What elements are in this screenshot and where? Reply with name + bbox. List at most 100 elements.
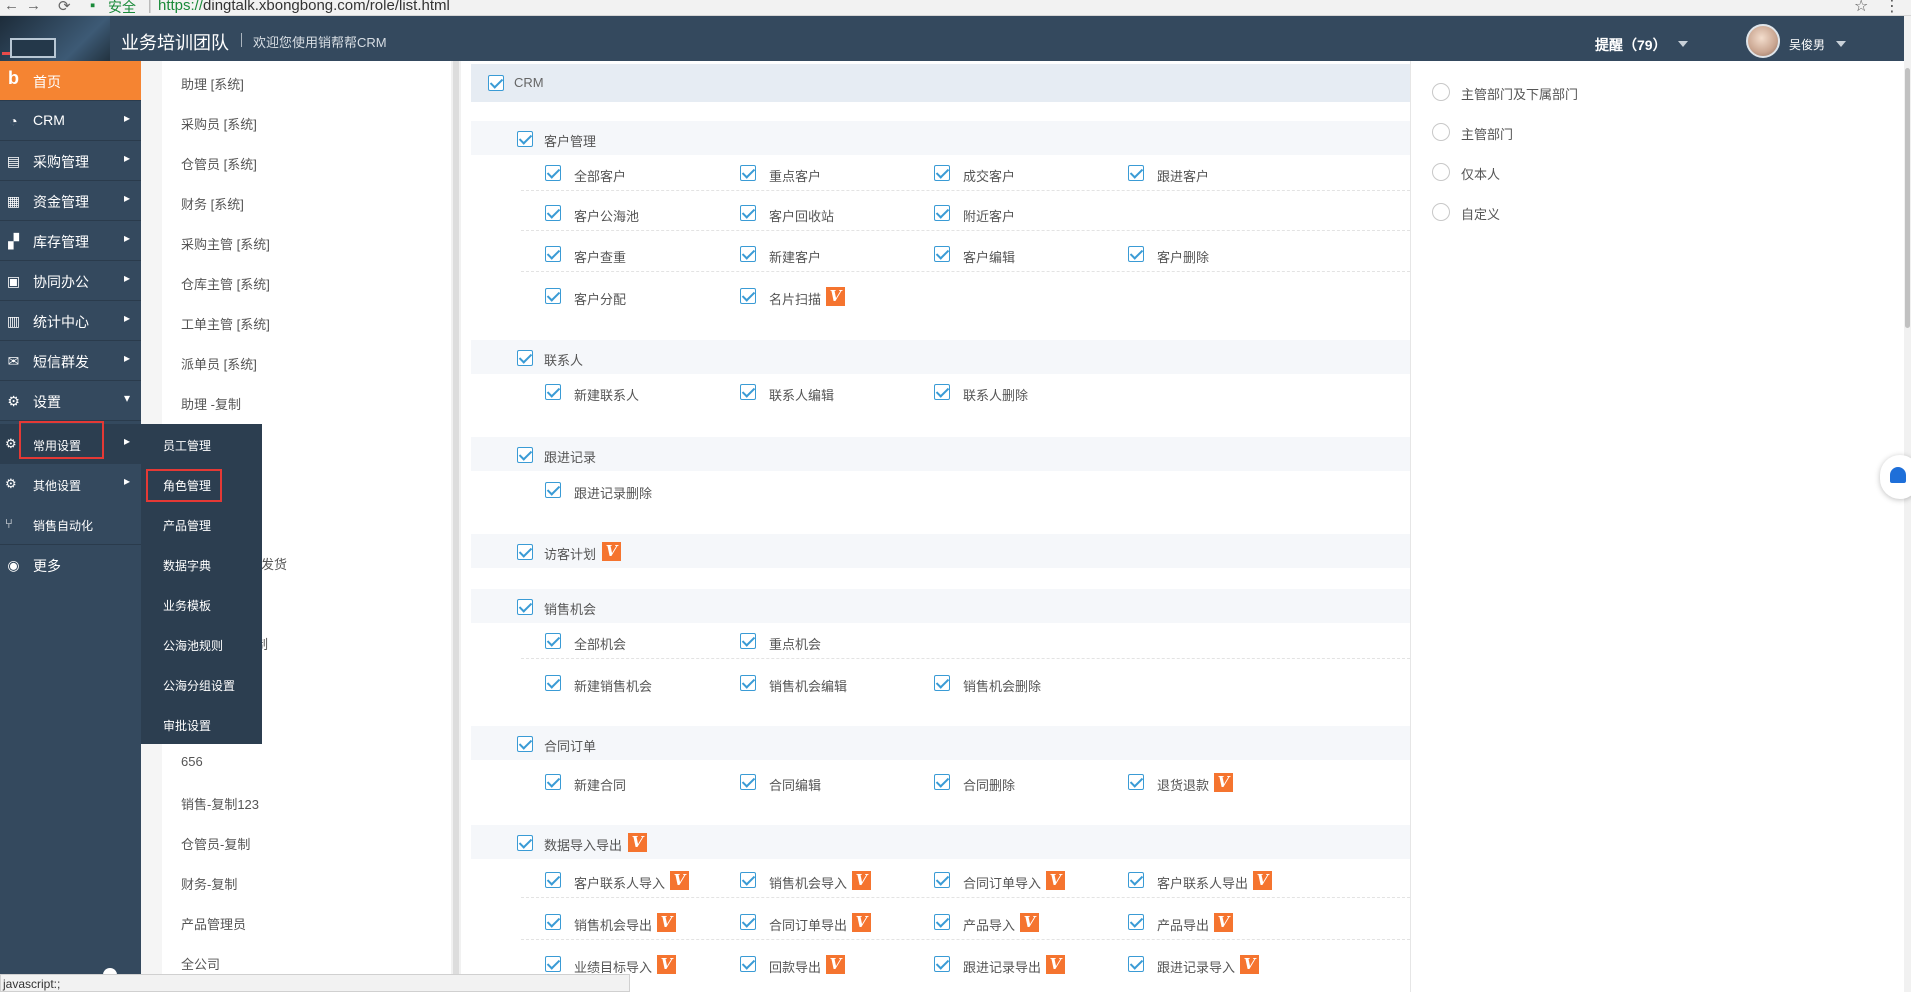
role-item[interactable]: 工单主管 [系统]: [181, 314, 270, 333]
role-item[interactable]: 采购主管 [系统]: [181, 234, 270, 253]
user-menu-caret-icon[interactable]: [1836, 41, 1846, 47]
permission-group-checkbox[interactable]: [517, 736, 533, 752]
permission-checkbox[interactable]: [740, 914, 756, 930]
permission-checkbox[interactable]: [934, 675, 950, 691]
reload-icon[interactable]: ⟳: [58, 0, 71, 15]
permission-checkbox[interactable]: [545, 633, 561, 649]
sidebar-item-settings[interactable]: ⚙ 设置 ▾: [0, 381, 141, 421]
permission-checkbox[interactable]: [545, 675, 561, 691]
permission-checkbox[interactable]: [545, 288, 561, 304]
page-scrollbar[interactable]: [1904, 16, 1911, 992]
scope-radio-dept[interactable]: [1432, 123, 1450, 141]
permission-checkbox[interactable]: [545, 872, 561, 888]
sidebar-item-purchase[interactable]: ▤ 采购管理 ▸: [0, 141, 141, 181]
permission-group-checkbox[interactable]: [517, 350, 533, 366]
flyout-item-products[interactable]: 产品管理: [141, 504, 262, 544]
permission-checkbox[interactable]: [740, 774, 756, 790]
permission-checkbox[interactable]: [740, 633, 756, 649]
user-avatar[interactable]: [1746, 24, 1780, 58]
scope-radio-custom[interactable]: [1432, 203, 1450, 221]
crm-root-checkbox[interactable]: [488, 75, 504, 91]
sidebar-item-sms[interactable]: ✉ 短信群发 ▸: [0, 341, 141, 381]
permission-checkbox[interactable]: [1128, 956, 1144, 972]
reminder-button[interactable]: 提醒（79）: [1595, 35, 1667, 55]
sidebar-item-finance[interactable]: ▦ 资金管理 ▸: [0, 181, 141, 221]
sidebar-item-statistics[interactable]: ▥ 统计中心 ▸: [0, 301, 141, 341]
permission-checkbox[interactable]: [934, 205, 950, 221]
permission-checkbox[interactable]: [545, 384, 561, 400]
permission-checkbox[interactable]: [545, 165, 561, 181]
flyout-item-templates[interactable]: 业务模板: [141, 584, 262, 624]
role-item[interactable]: 采购员 [系统]: [181, 114, 257, 133]
flyout-item-staff[interactable]: 员工管理: [141, 424, 262, 464]
permission-checkbox[interactable]: [934, 914, 950, 930]
permission-checkbox[interactable]: [934, 165, 950, 181]
permission-checkbox[interactable]: [545, 914, 561, 930]
back-icon[interactable]: ←: [4, 0, 19, 14]
permission-group-checkbox[interactable]: [517, 835, 533, 851]
browser-menu-icon[interactable]: ⋮: [1884, 0, 1900, 16]
flyout-item-approval[interactable]: 审批设置: [141, 704, 262, 744]
sidebar-subitem-sales-automation[interactable]: ⑂ 销售自动化: [0, 504, 141, 544]
role-item[interactable]: 财务-复制: [181, 874, 237, 893]
permission-checkbox[interactable]: [934, 956, 950, 972]
role-list-scrollbar[interactable]: [451, 61, 461, 992]
permission-group-checkbox[interactable]: [517, 131, 533, 147]
permission-checkbox[interactable]: [740, 246, 756, 262]
address-bar[interactable]: https://dingtalk.xbongbong.com/role/list…: [158, 0, 450, 14]
permission-checkbox[interactable]: [1128, 246, 1144, 262]
permission-checkbox[interactable]: [545, 205, 561, 221]
permission-checkbox[interactable]: [934, 872, 950, 888]
brand-logo[interactable]: [0, 16, 110, 61]
permission-checkbox[interactable]: [740, 956, 756, 972]
role-item[interactable]: 产品管理员: [181, 914, 246, 933]
permission-checkbox[interactable]: [1128, 872, 1144, 888]
role-item[interactable]: 助理 [系统]: [181, 74, 244, 93]
sidebar-item-collaboration[interactable]: ▣ 协同办公 ▸: [0, 261, 141, 301]
sidebar-item-crm[interactable]: ◔ CRM ▸: [0, 101, 141, 141]
scope-radio-self[interactable]: [1432, 163, 1450, 181]
permission-group-checkbox[interactable]: [517, 447, 533, 463]
sidebar-item-inventory[interactable]: ▞ 库存管理 ▸: [0, 221, 141, 261]
permission-checkbox[interactable]: [740, 675, 756, 691]
notification-float-button[interactable]: [1880, 455, 1911, 499]
permission-checkbox[interactable]: [740, 872, 756, 888]
role-item[interactable]: 派单员 [系统]: [181, 354, 257, 373]
permission-checkbox[interactable]: [934, 774, 950, 790]
flyout-item-pool-groups[interactable]: 公海分组设置: [141, 664, 262, 704]
sidebar-item-home[interactable]: b 首页: [0, 61, 141, 101]
permission-checkbox[interactable]: [1128, 914, 1144, 930]
username[interactable]: 吴俊男: [1789, 36, 1825, 53]
permission-checkbox[interactable]: [740, 205, 756, 221]
permission-checkbox[interactable]: [545, 956, 561, 972]
reminder-caret-icon[interactable]: [1678, 41, 1688, 47]
permission-checkbox[interactable]: [1128, 165, 1144, 181]
permission-checkbox[interactable]: [934, 246, 950, 262]
role-item[interactable]: 仓库主管 [系统]: [181, 274, 270, 293]
page-scrollbar-thumb[interactable]: [1905, 68, 1910, 328]
forward-icon[interactable]: →: [26, 0, 41, 14]
permission-checkbox[interactable]: [545, 246, 561, 262]
permission-checkbox[interactable]: [545, 774, 561, 790]
sidebar-item-more[interactable]: ◉ 更多: [0, 544, 141, 584]
role-item[interactable]: 销售-复制123: [181, 794, 259, 813]
role-item[interactable]: 财务 [系统]: [181, 194, 244, 213]
role-item[interactable]: 助理 -复制: [181, 394, 241, 413]
flyout-item-pool-rules[interactable]: 公海池规则: [141, 624, 262, 664]
sidebar-subitem-other-settings[interactable]: ⚙ 其他设置 ▸: [0, 464, 141, 504]
role-item[interactable]: 仓管员 [系统]: [181, 154, 257, 173]
permission-checkbox[interactable]: [740, 384, 756, 400]
role-item[interactable]: 656: [181, 754, 203, 769]
permission-group-checkbox[interactable]: [517, 544, 533, 560]
permission-checkbox[interactable]: [740, 165, 756, 181]
permission-checkbox[interactable]: [1128, 774, 1144, 790]
permission-group-checkbox[interactable]: [517, 599, 533, 615]
permission-checkbox[interactable]: [934, 384, 950, 400]
role-item[interactable]: 全公司: [181, 954, 220, 973]
scope-radio-dept-and-sub[interactable]: [1432, 83, 1450, 101]
permission-checkbox[interactable]: [545, 482, 561, 498]
role-list-scrollbar-thumb[interactable]: [453, 61, 459, 992]
permission-checkbox[interactable]: [740, 288, 756, 304]
flyout-item-dictionary[interactable]: 数据字典: [141, 544, 262, 584]
role-item[interactable]: 仓管员-复制: [181, 834, 250, 853]
